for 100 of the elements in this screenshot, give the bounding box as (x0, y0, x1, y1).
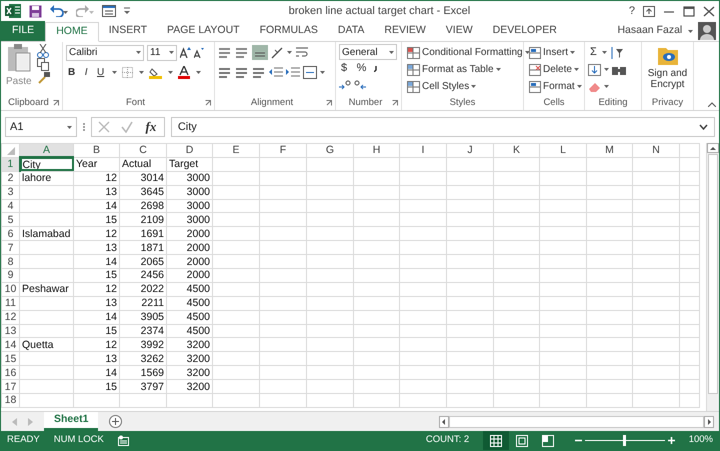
row-header[interactable]: 15 (2, 352, 20, 366)
scroll-right-icon[interactable] (704, 416, 714, 428)
row-header[interactable]: 16 (2, 366, 20, 380)
sheet-tab[interactable]: Sheet1 (44, 412, 98, 431)
column-header[interactable]: H (354, 144, 400, 158)
sort-filter-icon[interactable] (610, 46, 624, 58)
row-header[interactable]: 9 (2, 268, 20, 282)
font-size-field[interactable]: 11 (147, 44, 177, 60)
user-name[interactable]: Hasaan Fazal (617, 23, 682, 39)
column-header[interactable]: A (20, 144, 74, 158)
underline-button[interactable]: U (95, 64, 106, 80)
font-field[interactable]: Calibri (66, 44, 144, 60)
delete-button[interactable]: Delete (527, 61, 584, 78)
dialog-launcher-icon[interactable] (52, 100, 59, 106)
column-header[interactable]: K (494, 144, 540, 158)
row-header[interactable]: 13 (2, 324, 20, 338)
expand-icon[interactable] (699, 124, 708, 130)
active-cell[interactable]: City (20, 157, 74, 172)
align-right-icon[interactable] (252, 66, 266, 79)
scroll-left-icon[interactable] (439, 416, 449, 428)
scrollbar-thumb[interactable] (449, 416, 704, 428)
caret-icon[interactable] (389, 50, 394, 54)
borders-icon[interactable] (122, 66, 134, 78)
autosum-button[interactable]: Σ (588, 44, 599, 60)
ribbon-tab[interactable]: INSERT (98, 21, 158, 41)
caret-icon[interactable] (604, 68, 609, 71)
name-box[interactable]: A1 (5, 117, 77, 137)
row-header[interactable]: 14 (2, 338, 20, 352)
font-color-icon[interactable] (178, 66, 190, 79)
zoom-in-icon[interactable] (668, 437, 675, 444)
ribbon-tab[interactable]: HOME (45, 22, 99, 42)
column-header[interactable]: E (212, 144, 260, 158)
maximize-icon[interactable] (683, 6, 695, 16)
column-header[interactable]: J (446, 144, 494, 158)
add-sheet-icon[interactable] (109, 415, 122, 428)
dialog-launcher-icon[interactable] (326, 100, 332, 106)
copy-icon[interactable] (36, 58, 49, 71)
center-icon[interactable] (235, 66, 249, 79)
caret-icon[interactable] (602, 51, 607, 54)
insert-function-button[interactable]: fx (144, 119, 158, 135)
column-header[interactable]: M (586, 144, 632, 158)
comma-icon[interactable] (374, 66, 378, 72)
row-header[interactable]: 18 (2, 394, 20, 408)
zoom-out-icon[interactable] (575, 437, 582, 444)
column-header[interactable]: C (120, 144, 166, 158)
ribbon-tab[interactable]: VIEW (436, 21, 483, 41)
ribbon-tab[interactable]: REVIEW (374, 21, 436, 41)
caret-icon[interactable] (112, 70, 117, 74)
row-header[interactable]: 10 (2, 282, 20, 296)
align-left-icon[interactable] (218, 66, 232, 79)
column-header[interactable]: N (632, 144, 680, 158)
row-header[interactable]: 7 (2, 240, 20, 255)
row-header[interactable]: 12 (2, 310, 20, 324)
row-header[interactable]: 6 (2, 226, 20, 241)
bottom-align-icon[interactable] (252, 45, 268, 60)
bold-button[interactable]: B (66, 64, 78, 80)
save-icon[interactable] (29, 4, 42, 18)
row-header[interactable]: 5 (2, 212, 20, 227)
column-header[interactable]: G (306, 144, 354, 158)
fill-color-icon[interactable] (149, 66, 162, 79)
ribbon-tab[interactable]: FORMULAS (250, 21, 328, 41)
dialog-launcher-icon[interactable] (392, 100, 398, 106)
caret-icon[interactable] (320, 70, 325, 74)
column-header[interactable]: L (540, 144, 586, 158)
collapse-ribbon-icon[interactable] (708, 102, 716, 108)
ribbon-tab[interactable]: PAGE LAYOUT (157, 21, 250, 41)
file-tab[interactable]: FILE (1, 21, 46, 41)
merge-center-icon[interactable] (303, 66, 317, 79)
middle-align-icon[interactable] (235, 46, 249, 59)
help-button[interactable]: ? (628, 2, 635, 20)
caret-icon[interactable] (136, 51, 141, 54)
increase-indent-icon[interactable] (286, 66, 300, 78)
cut-icon[interactable] (36, 44, 49, 58)
find-icon[interactable] (612, 64, 626, 75)
zoom-level-text[interactable]: 100% (688, 433, 713, 448)
decrease-decimal-icon[interactable] (354, 80, 366, 91)
zoom-slider-thumb[interactable] (623, 435, 626, 446)
dialog-launcher-icon[interactable] (204, 100, 211, 106)
caret-icon[interactable] (688, 30, 693, 32)
format-painter-icon[interactable] (36, 71, 50, 84)
form-icon[interactable] (102, 5, 116, 17)
row-header[interactable]: 2 (2, 171, 20, 186)
fill-icon[interactable] (588, 64, 601, 76)
undo-icon[interactable] (50, 5, 68, 17)
row-header[interactable]: 3 (2, 185, 20, 200)
row-header[interactable]: 11 (2, 296, 20, 310)
row-header[interactable]: 17 (2, 380, 20, 394)
caret-icon[interactable] (169, 51, 174, 54)
increase-decimal-icon[interactable] (339, 80, 351, 91)
excel-logo-icon[interactable] (5, 4, 21, 18)
scroll-up-icon[interactable] (707, 143, 719, 153)
format-button[interactable]: Format (527, 78, 584, 95)
caret-icon[interactable] (196, 70, 201, 74)
caret-icon[interactable] (67, 126, 72, 128)
row-header[interactable]: 4 (2, 199, 20, 213)
row-header[interactable]: 1 (2, 157, 20, 172)
number-format-field[interactable]: General (339, 44, 397, 60)
customize-icon[interactable] (124, 7, 130, 15)
column-header[interactable]: F (260, 144, 306, 158)
caret-icon[interactable] (604, 85, 609, 88)
